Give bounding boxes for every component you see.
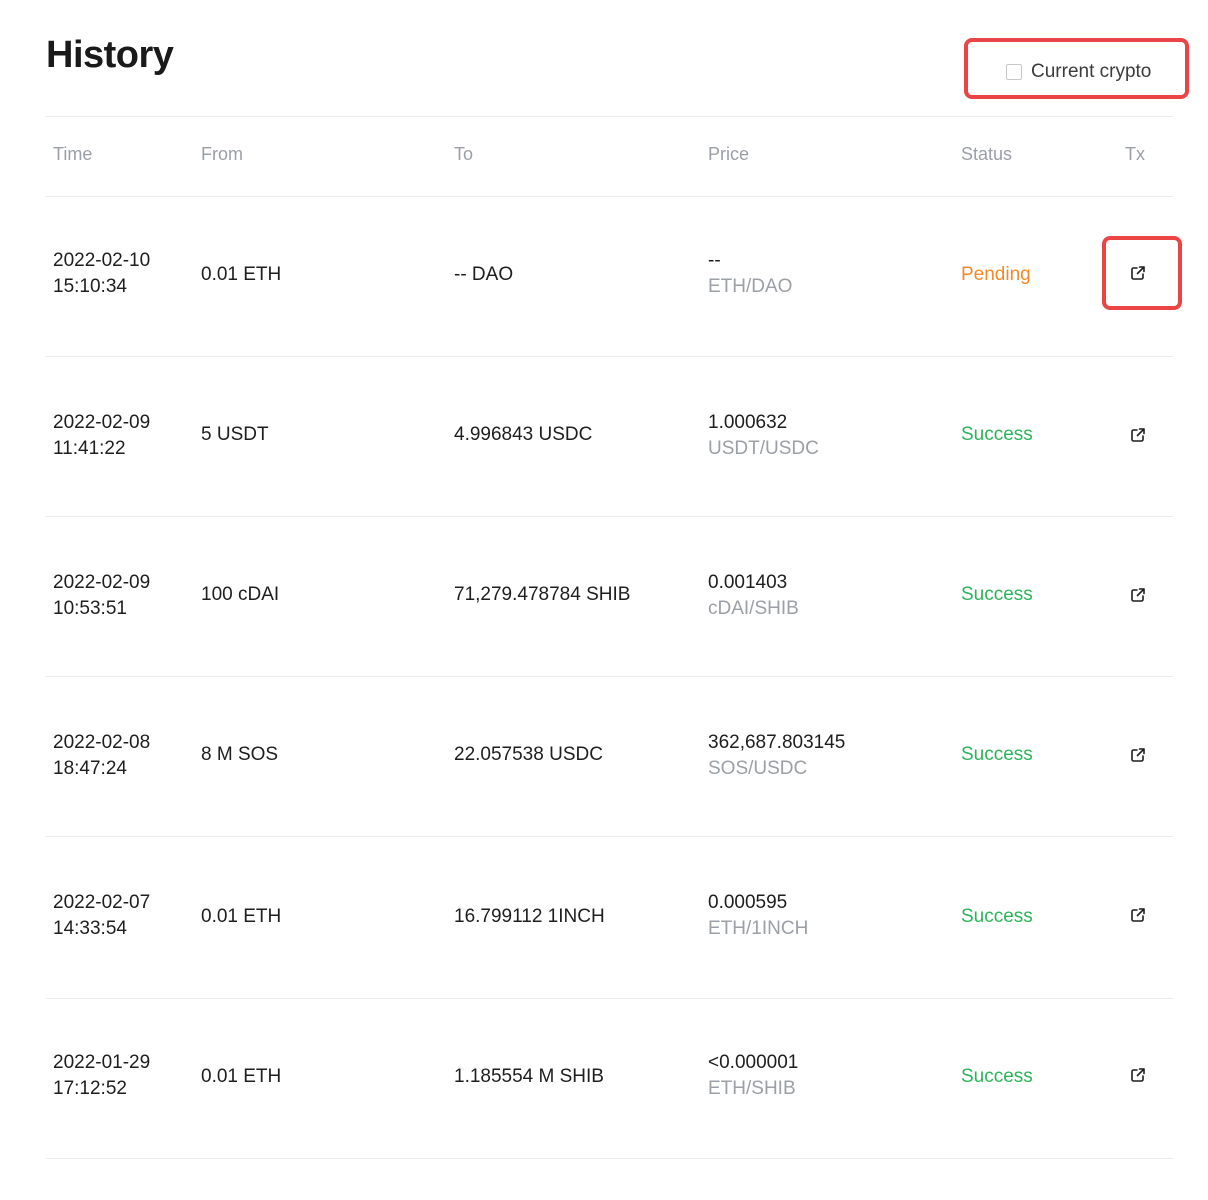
row-divider	[46, 1158, 1173, 1159]
column-header-tx: Tx	[1125, 144, 1145, 164]
row-3-status: Success	[961, 744, 1033, 765]
row-1-date: 2022-02-09	[53, 412, 151, 433]
column-header-to: To	[454, 144, 474, 164]
header-divider	[46, 116, 1173, 117]
row-5-from: 0.01 ETH	[201, 1066, 282, 1087]
row-2-price-value: 0.001403	[708, 572, 788, 593]
row-divider	[46, 196, 1173, 197]
row-5-status: Success	[961, 1066, 1033, 1087]
row-3-to: 22.057538 USDC	[454, 744, 603, 765]
column-header-time: Time	[53, 144, 93, 164]
row-0-pair: ETH/DAO	[708, 276, 793, 297]
external-link-icon[interactable]	[1130, 587, 1146, 603]
row-3-date: 2022-02-08	[53, 732, 151, 753]
row-4-date: 2022-02-07	[53, 892, 151, 913]
row-4-time: 2022-02-07 14:33:54	[53, 890, 150, 942]
row-4-clock: 14:33:54	[53, 918, 127, 939]
row-2-price: 0.001403 cDAI/SHIB	[708, 570, 799, 622]
external-link-icon[interactable]	[1130, 907, 1146, 923]
row-4-pair: ETH/1INCH	[708, 918, 809, 939]
page-title: History	[46, 34, 174, 76]
external-link-icon[interactable]	[1130, 427, 1146, 443]
row-1-to: 4.996843 USDC	[454, 424, 593, 445]
row-5-price-value: <0.000001	[708, 1052, 799, 1073]
row-4-from: 0.01 ETH	[201, 906, 282, 927]
row-1-clock: 11:41:22	[53, 438, 126, 459]
row-1-price-value: 1.000632	[708, 412, 788, 433]
row-4-price-value: 0.000595	[708, 892, 788, 913]
current-crypto-label: Current crypto	[1031, 61, 1152, 82]
row-5-to: 1.185554 M SHIB	[454, 1066, 604, 1087]
column-header-status: Status	[961, 144, 1013, 164]
row-5-time: 2022-01-29 17:12:52	[53, 1050, 150, 1102]
row-5-date: 2022-01-29	[53, 1052, 151, 1073]
row-2-pair: cDAI/SHIB	[708, 598, 799, 619]
row-3-price-value: 362,687.803145	[708, 732, 846, 753]
row-4-to: 16.799112 1INCH	[454, 906, 605, 927]
row-5-price: <0.000001 ETH/SHIB	[708, 1050, 798, 1102]
row-0-date: 2022-02-10	[53, 250, 151, 271]
row-divider	[46, 516, 1173, 517]
row-1-status: Success	[961, 424, 1033, 445]
row-0-from: 0.01 ETH	[201, 264, 282, 285]
row-0-price-value: --	[708, 250, 721, 271]
current-crypto-checkbox[interactable]	[1006, 64, 1022, 80]
current-crypto-filter[interactable]: Current crypto	[1006, 59, 1151, 85]
row-5-clock: 17:12:52	[53, 1078, 127, 1099]
row-1-from: 5 USDT	[201, 424, 269, 445]
row-2-status: Success	[961, 584, 1033, 605]
row-4-price: 0.000595 ETH/1INCH	[708, 890, 808, 942]
row-1-price: 1.000632 USDT/USDC	[708, 410, 819, 462]
row-3-from: 8 M SOS	[201, 744, 279, 765]
row-4-status: Success	[961, 906, 1033, 927]
row-0-status: Pending	[961, 264, 1031, 285]
external-link-icon[interactable]	[1130, 747, 1146, 763]
row-2-from: 100 cDAI	[201, 584, 280, 605]
row-divider	[46, 836, 1173, 837]
row-2-time: 2022-02-09 10:53:51	[53, 570, 150, 622]
row-3-pair: SOS/USDC	[708, 758, 808, 779]
external-link-icon[interactable]	[1130, 1067, 1146, 1083]
external-link-icon[interactable]	[1130, 265, 1146, 281]
row-2-date: 2022-02-09	[53, 572, 151, 593]
row-3-time: 2022-02-08 18:47:24	[53, 730, 150, 782]
row-0-price: -- ETH/DAO	[708, 248, 792, 300]
column-header-from: From	[201, 144, 243, 164]
column-header-price: Price	[708, 144, 750, 164]
row-2-to: 71,279.478784 SHIB	[454, 584, 631, 605]
row-divider	[46, 356, 1173, 357]
row-divider	[46, 676, 1173, 677]
row-1-time: 2022-02-09 11:41:22	[53, 410, 150, 462]
row-1-pair: USDT/USDC	[708, 438, 819, 459]
row-2-clock: 10:53:51	[53, 598, 127, 619]
row-5-pair: ETH/SHIB	[708, 1078, 796, 1099]
row-0-clock: 15:10:34	[53, 276, 127, 297]
row-divider	[46, 998, 1173, 999]
row-0-to: -- DAO	[454, 264, 514, 285]
row-3-clock: 18:47:24	[53, 758, 127, 779]
row-3-price: 362,687.803145 SOS/USDC	[708, 730, 845, 782]
row-0-time: 2022-02-10 15:10:34	[53, 248, 150, 300]
